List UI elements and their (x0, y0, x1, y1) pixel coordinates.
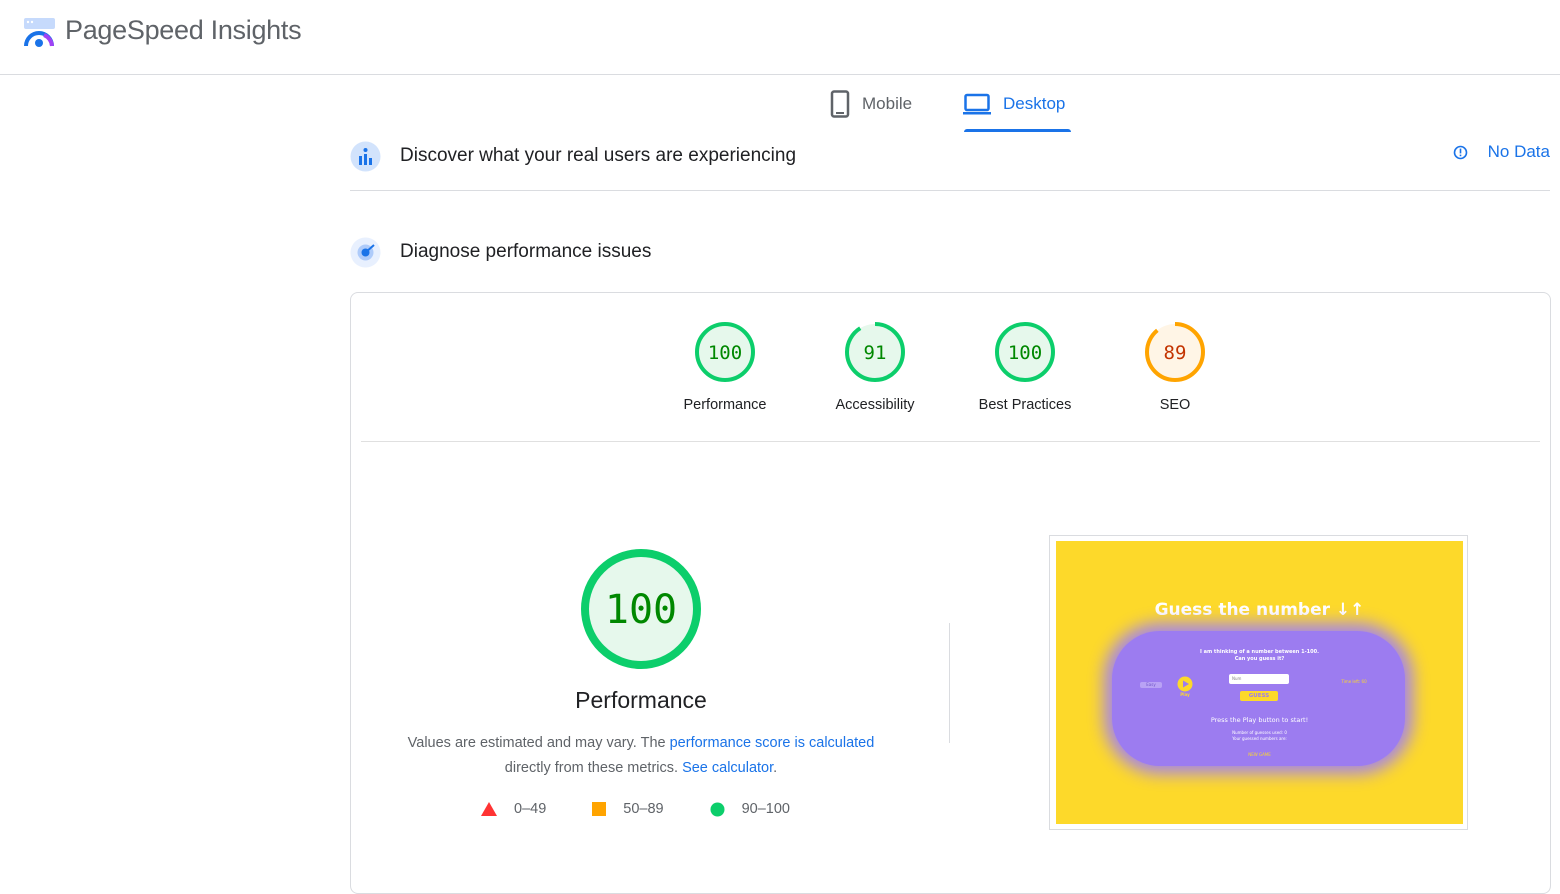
score-value: 89 (1164, 342, 1187, 364)
legend-range: 90–100 (741, 801, 790, 817)
orange-square-icon (592, 802, 607, 816)
performance-score-gauge[interactable]: 100 (580, 548, 702, 670)
tab-desktop[interactable]: Desktop (963, 75, 1065, 133)
users-chart-icon (350, 141, 381, 171)
score-gauges: 100 Performance 91 Accessibility 100 Best Pra… (351, 293, 1550, 441)
new-game-button: NEW GAME (1248, 752, 1271, 757)
legend-range: 0–49 (514, 801, 547, 817)
performance-description: Values are estimated and may vary. The p… (391, 731, 891, 781)
field-data-title: Discover what your real users are experi… (400, 145, 797, 166)
guesses-used: Number of guesses used: 0 (1232, 730, 1287, 735)
see-calculator-link[interactable]: See calculator (682, 760, 773, 776)
desc-text-2: directly from these metrics. (504, 760, 683, 776)
level-select: Easy (1140, 682, 1162, 688)
no-data-label: No Data (1487, 142, 1550, 161)
radar-icon (350, 237, 381, 267)
play-label: Play (1180, 692, 1190, 697)
performance-title: Performance (575, 687, 707, 713)
score-label: Best Practices (978, 397, 1072, 413)
green-circle-icon (710, 802, 725, 817)
tab-mobile[interactable]: Mobile (830, 75, 912, 133)
active-tab-indicator (964, 129, 1071, 132)
guesses-list: Your guessed numbers are: (1232, 736, 1287, 741)
score-value: 91 (864, 342, 887, 364)
page-screenshot[interactable]: Guess the number ↓↑ I am thinking of a n… (1049, 535, 1468, 830)
info-icon (1453, 145, 1468, 160)
desc-suffix: . (773, 760, 778, 776)
score-ring: 91 (845, 322, 905, 382)
screenshot-title: Guess the number ↓↑ (1154, 600, 1365, 620)
legend-item-fail: 0–49 (481, 801, 546, 817)
score-calculated-link[interactable]: performance score is calculated (670, 735, 875, 751)
legend-range: 50–89 (623, 801, 664, 817)
guess-button: GUESS (1240, 691, 1278, 701)
field-data-section: Discover what your real users are experi… (350, 136, 1550, 191)
diagnose-title: Diagnose performance issues (400, 241, 652, 262)
prompt-line1: I am thinking of a number between 1-100. (1200, 649, 1319, 655)
performance-score-value: 100 (605, 587, 677, 633)
app-header: PageSpeed Insights (0, 0, 1560, 75)
score-gauge-seo[interactable]: 89 SEO (1100, 321, 1250, 413)
score-gauge-accessibility[interactable]: 91 Accessibility (800, 321, 950, 413)
play-icon (1177, 676, 1193, 692)
guess-input: Num (1229, 674, 1289, 684)
divider (361, 441, 1540, 442)
score-label: Performance (683, 397, 767, 413)
score-legend: 0–49 50–89 90–100 (481, 801, 836, 817)
status-text: Press the Play button to start! (1210, 716, 1309, 724)
score-ring: 100 (695, 322, 755, 382)
device-tabs: Mobile Desktop (0, 75, 1560, 135)
screenshot-canvas: Guess the number ↓↑ I am thinking of a n… (1056, 541, 1463, 824)
legend-item-average: 50–89 (592, 801, 664, 817)
legend-item-pass: 90–100 (710, 801, 790, 817)
no-data-link[interactable]: No Data (1453, 136, 1550, 168)
score-gauge-best-practices[interactable]: 100 Best Practices (950, 321, 1100, 413)
lighthouse-report-card: 100 Performance 91 Accessibility 100 Best Pra… (350, 292, 1551, 894)
tab-desktop-label: Desktop (1003, 94, 1066, 113)
app-title: PageSpeed Insights (65, 15, 302, 45)
laptop-icon (963, 93, 991, 115)
vertical-divider (949, 623, 950, 743)
timer-text: Time left: 60 (1341, 679, 1367, 684)
diagnose-section: Diagnose performance issues (350, 232, 1550, 272)
score-gauge-performance[interactable]: 100 Performance (650, 321, 800, 413)
score-value: 100 (708, 342, 742, 364)
red-triangle-icon (481, 802, 497, 816)
desc-text: Values are estimated and may vary. The (407, 735, 670, 751)
pagespeed-logo-icon[interactable] (22, 16, 56, 50)
score-ring: 89 (1145, 322, 1205, 382)
score-value: 100 (1008, 342, 1042, 364)
tab-mobile-label: Mobile (862, 94, 913, 113)
score-label: Accessibility (835, 397, 915, 413)
prompt-line2: Can you guess it? (1234, 656, 1285, 662)
score-label: SEO (1159, 397, 1191, 413)
score-ring: 100 (995, 322, 1055, 382)
phone-icon (830, 90, 850, 118)
